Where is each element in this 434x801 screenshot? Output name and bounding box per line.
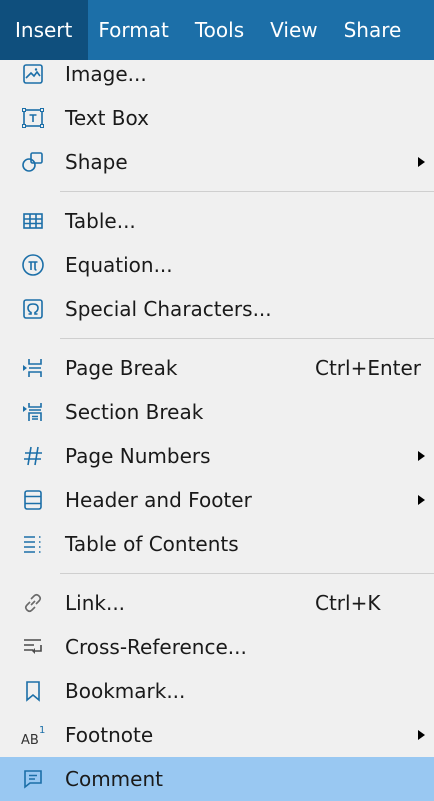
insert-dropdown: Image... Text Box Shape Table... Equatio… bbox=[0, 52, 434, 801]
menu-item-link[interactable]: Link... Ctrl+K bbox=[0, 581, 434, 625]
table-icon bbox=[20, 208, 46, 234]
menu-item-label: Footnote bbox=[65, 723, 154, 747]
text-box-icon bbox=[20, 105, 46, 131]
menu-item-shape[interactable]: Shape bbox=[0, 140, 434, 184]
menu-format[interactable]: Format bbox=[88, 0, 181, 60]
menu-insert[interactable]: Insert bbox=[0, 0, 89, 60]
menu-item-label: Image... bbox=[65, 62, 147, 86]
menu-item-label: Cross-Reference... bbox=[65, 635, 247, 659]
shape-icon bbox=[20, 149, 46, 175]
menu-separator bbox=[60, 191, 434, 192]
menu-item-label: Page Break bbox=[65, 356, 178, 380]
menu-item-image[interactable]: Image... bbox=[0, 52, 434, 96]
pi-icon bbox=[20, 252, 46, 278]
menu-item-label: Table... bbox=[65, 209, 136, 233]
page-break-icon bbox=[20, 355, 46, 381]
menu-item-label: Shape bbox=[65, 150, 128, 174]
menu-item-text-box[interactable]: Text Box bbox=[0, 96, 434, 140]
submenu-arrow-icon bbox=[418, 730, 425, 740]
menu-bar: Insert Format Tools View Share bbox=[0, 0, 434, 60]
menu-item-cross-reference[interactable]: Cross-Reference... bbox=[0, 625, 434, 669]
cross-reference-icon bbox=[20, 634, 46, 660]
menu-item-special-characters[interactable]: Special Characters... bbox=[0, 287, 434, 331]
submenu-arrow-icon bbox=[418, 157, 425, 167]
menu-item-table[interactable]: Table... bbox=[0, 199, 434, 243]
comment-icon bbox=[20, 766, 46, 792]
menu-item-label: Section Break bbox=[65, 400, 204, 424]
shortcut-text: Ctrl+K bbox=[315, 591, 381, 615]
menu-item-label: Table of Contents bbox=[65, 532, 239, 556]
hash-icon bbox=[20, 443, 46, 469]
link-icon bbox=[20, 590, 46, 616]
shortcut-text: Ctrl+Enter bbox=[315, 356, 422, 380]
menu-separator bbox=[60, 338, 434, 339]
menu-item-label: Equation... bbox=[65, 253, 173, 277]
menu-item-page-break[interactable]: Page Break Ctrl+Enter bbox=[0, 346, 434, 390]
menu-item-table-of-contents[interactable]: Table of Contents bbox=[0, 522, 434, 566]
menu-item-label: Link... bbox=[65, 591, 126, 615]
menu-item-label: Header and Footer bbox=[65, 488, 252, 512]
menu-item-section-break[interactable]: Section Break bbox=[0, 390, 434, 434]
menu-item-footnote[interactable]: AB 1 Footnote bbox=[0, 713, 434, 757]
toc-icon bbox=[20, 531, 46, 557]
svg-text:AB: AB bbox=[21, 733, 39, 747]
menu-item-header-footer[interactable]: Header and Footer bbox=[0, 478, 434, 522]
menu-item-page-numbers[interactable]: Page Numbers bbox=[0, 434, 434, 478]
menu-separator bbox=[60, 573, 434, 574]
submenu-arrow-icon bbox=[418, 495, 425, 505]
bookmark-icon bbox=[20, 678, 46, 704]
menu-item-equation[interactable]: Equation... bbox=[0, 243, 434, 287]
omega-icon bbox=[20, 296, 46, 322]
menu-view[interactable]: View bbox=[257, 0, 330, 60]
menu-share[interactable]: Share bbox=[331, 0, 415, 60]
submenu-arrow-icon bbox=[418, 451, 425, 461]
svg-text:1: 1 bbox=[39, 725, 45, 736]
menu-item-label: Comment bbox=[65, 767, 163, 791]
footnote-icon: AB 1 bbox=[20, 722, 46, 748]
header-footer-icon bbox=[20, 487, 46, 513]
menu-item-comment[interactable]: Comment bbox=[0, 757, 434, 801]
menu-item-label: Text Box bbox=[65, 106, 149, 130]
image-icon bbox=[20, 61, 46, 87]
menu-item-label: Bookmark... bbox=[65, 679, 186, 703]
menu-item-label: Page Numbers bbox=[65, 444, 211, 468]
section-break-icon bbox=[20, 399, 46, 425]
menu-item-bookmark[interactable]: Bookmark... bbox=[0, 669, 434, 713]
menu-item-label: Special Characters... bbox=[65, 297, 272, 321]
menu-tools[interactable]: Tools bbox=[182, 0, 257, 60]
